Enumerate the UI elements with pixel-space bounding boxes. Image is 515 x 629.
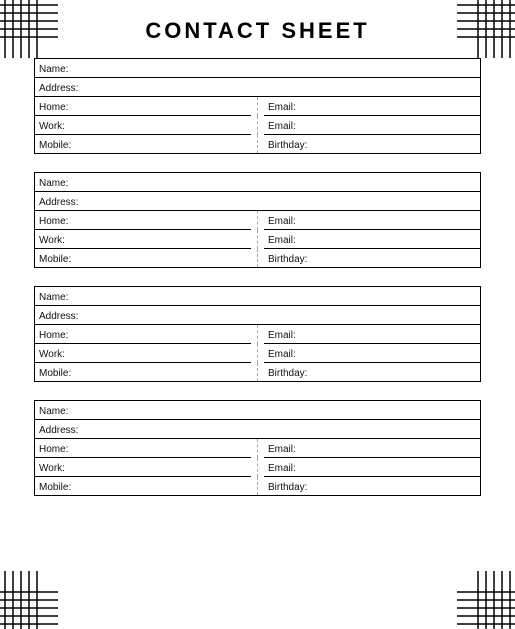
- name-label: Name:: [35, 401, 87, 420]
- divider: [257, 325, 258, 344]
- email-label: Email:: [264, 230, 316, 249]
- mobile-label: Mobile:: [35, 477, 87, 495]
- contact-card: Name: Address: Home: Email: Work: Email:…: [34, 172, 481, 268]
- home-label: Home:: [35, 211, 87, 230]
- work-label: Work:: [35, 116, 87, 135]
- address-value: [87, 306, 480, 325]
- name-value: [87, 401, 480, 420]
- email1-value: [316, 211, 480, 230]
- work-value: [87, 344, 251, 363]
- divider: [257, 211, 258, 230]
- email2-value: [316, 116, 480, 135]
- address-label: Address:: [35, 420, 87, 439]
- birthday-value: [316, 477, 480, 495]
- email-label: Email:: [264, 97, 316, 116]
- name-label: Name:: [35, 59, 87, 78]
- mobile-value: [87, 363, 251, 381]
- email1-value: [316, 325, 480, 344]
- divider: [257, 116, 258, 135]
- name-value: [87, 287, 480, 306]
- work-value: [87, 230, 251, 249]
- mobile-value: [87, 249, 251, 267]
- mobile-label: Mobile:: [35, 135, 87, 153]
- divider: [257, 97, 258, 116]
- contact-card: Name: Address: Home: Email: Work: Email:…: [34, 58, 481, 154]
- divider: [257, 230, 258, 249]
- birthday-label: Birthday:: [264, 135, 316, 153]
- divider: [257, 344, 258, 363]
- birthday-value: [316, 363, 480, 381]
- name-label: Name:: [35, 287, 87, 306]
- contact-cards-container: Name: Address: Home: Email: Work: Email:…: [0, 58, 515, 496]
- email2-value: [316, 230, 480, 249]
- work-value: [87, 458, 251, 477]
- birthday-value: [316, 249, 480, 267]
- home-value: [87, 325, 251, 344]
- email-label: Email:: [264, 116, 316, 135]
- home-label: Home:: [35, 97, 87, 116]
- email-label: Email:: [264, 344, 316, 363]
- contact-card: Name: Address: Home: Email: Work: Email:…: [34, 286, 481, 382]
- divider: [257, 249, 258, 267]
- birthday-label: Birthday:: [264, 477, 316, 495]
- birthday-label: Birthday:: [264, 363, 316, 381]
- home-label: Home:: [35, 325, 87, 344]
- email1-value: [316, 439, 480, 458]
- mobile-label: Mobile:: [35, 249, 87, 267]
- birthday-label: Birthday:: [264, 249, 316, 267]
- address-value: [87, 78, 480, 97]
- address-label: Address:: [35, 306, 87, 325]
- email-label: Email:: [264, 211, 316, 230]
- work-label: Work:: [35, 458, 87, 477]
- page-title: CONTACT SHEET: [0, 0, 515, 58]
- home-value: [87, 439, 251, 458]
- name-label: Name:: [35, 173, 87, 192]
- birthday-value: [316, 135, 480, 153]
- address-value: [87, 192, 480, 211]
- email-label: Email:: [264, 458, 316, 477]
- divider: [257, 135, 258, 153]
- email2-value: [316, 344, 480, 363]
- corner-ornament-bottom-left: [0, 571, 58, 629]
- mobile-label: Mobile:: [35, 363, 87, 381]
- divider: [257, 477, 258, 495]
- divider: [257, 458, 258, 477]
- name-value: [87, 173, 480, 192]
- address-label: Address:: [35, 192, 87, 211]
- address-label: Address:: [35, 78, 87, 97]
- email-label: Email:: [264, 325, 316, 344]
- name-value: [87, 59, 480, 78]
- contact-card: Name: Address: Home: Email: Work: Email:…: [34, 400, 481, 496]
- divider: [257, 363, 258, 381]
- work-label: Work:: [35, 344, 87, 363]
- work-label: Work:: [35, 230, 87, 249]
- home-value: [87, 211, 251, 230]
- mobile-value: [87, 135, 251, 153]
- email-label: Email:: [264, 439, 316, 458]
- email2-value: [316, 458, 480, 477]
- home-label: Home:: [35, 439, 87, 458]
- home-value: [87, 97, 251, 116]
- address-value: [87, 420, 480, 439]
- email1-value: [316, 97, 480, 116]
- work-value: [87, 116, 251, 135]
- corner-ornament-bottom-right: [457, 571, 515, 629]
- mobile-value: [87, 477, 251, 495]
- divider: [257, 439, 258, 458]
